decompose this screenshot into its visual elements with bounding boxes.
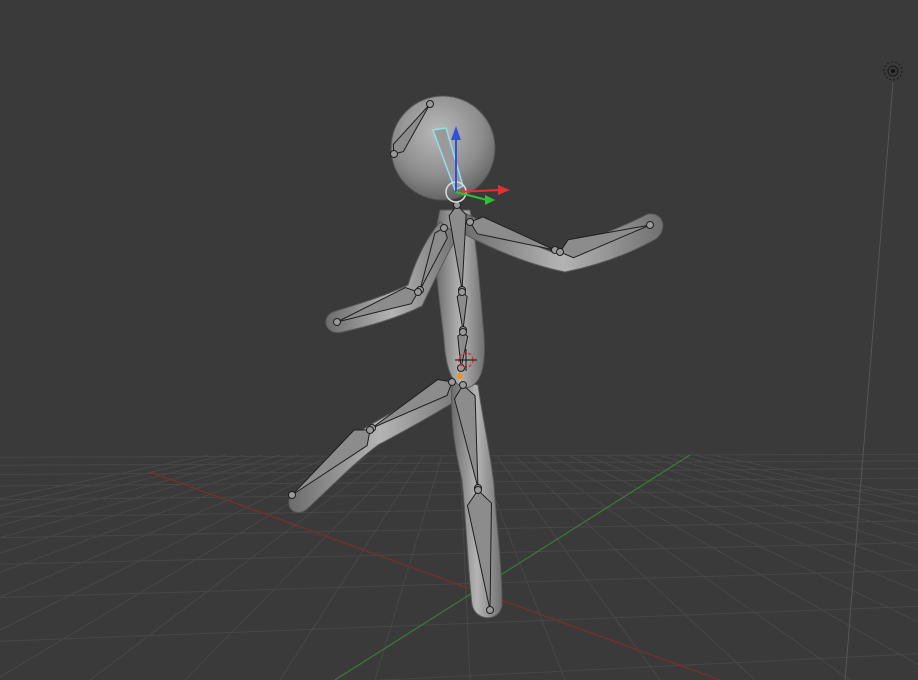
grid-line	[0, 569, 918, 599]
grid-line	[0, 477, 918, 487]
bone-joint[interactable]	[366, 426, 374, 434]
viewport-canvas[interactable]	[0, 0, 918, 680]
grid-line	[374, 454, 443, 680]
bone-joint[interactable]	[466, 218, 474, 226]
bone-joint[interactable]	[474, 486, 482, 494]
bone-joint[interactable]	[426, 100, 434, 108]
bone-joint[interactable]	[459, 328, 467, 336]
grid-line	[0, 454, 281, 539]
bone-joint[interactable]	[333, 318, 341, 326]
grid-line	[0, 454, 299, 554]
3d-viewport[interactable]	[0, 0, 918, 680]
y-axis-line	[334, 454, 691, 680]
bone-joint[interactable]	[458, 288, 466, 296]
bone-joint[interactable]	[448, 378, 456, 386]
bone-joint[interactable]	[646, 221, 654, 229]
lamp-icon[interactable]	[883, 61, 903, 81]
grid-line	[372, 653, 918, 680]
grid-line	[603, 454, 918, 569]
z-axis-line	[844, 81, 894, 680]
grid-line	[675, 454, 918, 514]
grid-line	[184, 454, 407, 680]
grid-line	[0, 605, 918, 642]
bone-joint[interactable]	[414, 288, 422, 296]
grid-line	[495, 454, 661, 680]
grid-line	[0, 520, 918, 539]
grid-line	[0, 454, 263, 526]
grid-line	[549, 454, 918, 666]
floor-grid	[0, 453, 918, 680]
bone-joint[interactable]	[486, 606, 494, 614]
origin-dot	[457, 373, 463, 379]
grid-line	[0, 454, 209, 500]
bone-joint[interactable]	[459, 381, 467, 389]
grid-line	[513, 454, 756, 680]
bone-joint[interactable]	[556, 248, 564, 256]
bone-joint[interactable]	[440, 224, 448, 232]
grid-line	[0, 542, 918, 565]
grid-line	[0, 454, 227, 507]
grid-line	[567, 454, 918, 623]
grid-line	[0, 454, 245, 516]
grid-line	[531, 454, 851, 680]
bone-joint[interactable]	[288, 491, 296, 499]
bone-joint[interactable]	[390, 150, 398, 158]
grid-line	[0, 488, 918, 501]
grid-line	[0, 503, 918, 518]
